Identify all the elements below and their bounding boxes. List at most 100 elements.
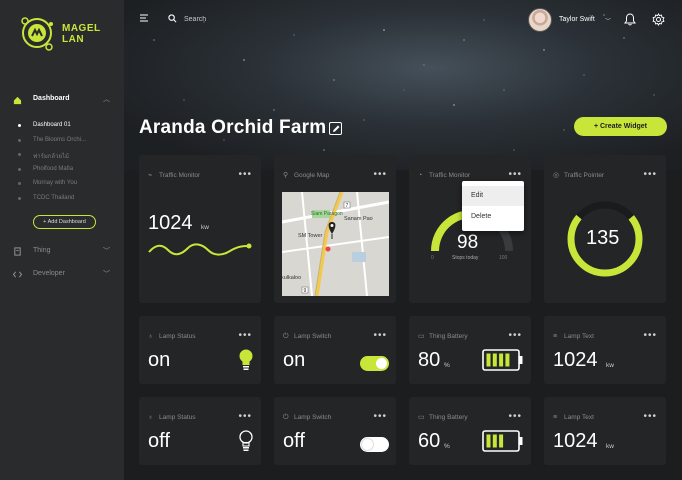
compass-icon: ◎ (553, 172, 560, 179)
power-icon: ⏻ (283, 333, 289, 340)
battery-cell (499, 353, 504, 367)
traffic-unit: kw (201, 224, 209, 231)
map-label: kulkaloo (282, 275, 301, 281)
code-icon (13, 271, 22, 278)
more-options-icon[interactable]: ••• (238, 411, 252, 422)
google-map-card: ⚲ Google Map ••• Siam Paragon Sanam Pao … (274, 155, 396, 303)
chevron-down-icon: ﹀ (103, 271, 110, 278)
lamp-status-card: ♁ Lamp Status ••• off (139, 397, 261, 465)
card-title: Traffic Pointer (564, 172, 605, 179)
lamp-switch-value: on (283, 349, 306, 371)
dashboard-list-item[interactable]: The Blooms Orchi... (0, 134, 124, 149)
activity-icon: ⌁ (148, 172, 153, 179)
nav-thing[interactable]: Thing ﹀ (0, 243, 124, 259)
card-title: Lamp Switch (294, 414, 332, 421)
dashboard-item-label: Dashboard 01 (33, 122, 71, 128)
logo-mark-icon (21, 17, 53, 51)
gauge-icon: ◔ (418, 172, 423, 179)
lamp-status-value: on (148, 349, 171, 371)
power-icon: ⏻ (283, 414, 289, 421)
more-options-icon[interactable]: ••• (508, 330, 522, 341)
more-options-icon[interactable]: ••• (508, 411, 522, 422)
map-view[interactable]: Siam Paragon Sanam Pao SM Tower kulkaloo… (282, 192, 389, 296)
dashboard-list: Dashboard 01 The Blooms Orchi... ฟาร์มกล… (0, 119, 124, 206)
battery-value: 80 (418, 349, 441, 371)
dashboard-list-item[interactable]: Dashboard 01 (0, 119, 124, 134)
gauge-value: 98 (457, 232, 479, 253)
bell-icon[interactable] (624, 13, 636, 26)
lamp-text-unit: kw (606, 443, 614, 450)
search-icon (168, 14, 177, 23)
lamp-toggle[interactable] (360, 437, 389, 452)
gauge-max: 100 (499, 255, 508, 261)
dashboard-list-item[interactable]: TCDC Thailand (0, 192, 124, 207)
card-title: Traffic Monitor (159, 172, 201, 179)
more-options-icon[interactable]: ••• (643, 169, 657, 180)
battery-cell (505, 353, 510, 367)
card-title: Lamp Switch (294, 333, 332, 340)
dashboard-item-label: The Blooms Orchi... (33, 136, 87, 143)
gauge-caption: Stops today (452, 255, 479, 261)
card-title: Lamp Status (159, 414, 196, 421)
avatar[interactable] (528, 8, 552, 32)
more-options-icon[interactable]: ••• (373, 169, 387, 180)
more-options-icon[interactable]: ••• (238, 169, 252, 180)
search-input[interactable] (184, 12, 304, 26)
battery-icon: ▭ (418, 333, 425, 340)
device-icon (14, 247, 21, 256)
user-name[interactable]: Taylor Swift (559, 16, 595, 23)
chevron-down-icon: ﹀ (103, 248, 110, 255)
traffic-monitor-card: ⌁ Traffic Monitor ••• 1024 kw (139, 155, 261, 303)
map-road-label: 7 (346, 203, 349, 209)
lamp-status-card: ♁ Lamp Status ••• on (139, 316, 261, 384)
card-title: Thing Battery (429, 414, 468, 421)
dashboard-list-item[interactable]: Pholfood Mafia (0, 163, 124, 178)
dashboard-list-item[interactable]: ฟาร์มกล้วยไม้ (0, 148, 124, 163)
lamp-text-value: 1024 (553, 430, 598, 452)
lamp-switch-card: ⏻ Lamp Switch ••• off (274, 397, 396, 465)
brand-logo[interactable]: MAGEL LAN (18, 14, 118, 54)
battery-cell (492, 353, 497, 367)
menu-delete[interactable]: Delete (462, 207, 524, 227)
more-options-icon[interactable]: ••• (643, 411, 657, 422)
map-label: Siam Paragon (311, 211, 343, 217)
battery-unit: % (444, 443, 450, 450)
menu-edit[interactable]: Edit (462, 186, 524, 206)
battery-value: 60 (418, 430, 441, 452)
menu-icon[interactable] (139, 13, 149, 23)
more-options-icon[interactable]: ••• (373, 411, 387, 422)
edit-icon[interactable] (329, 122, 342, 135)
battery-cell (492, 434, 497, 448)
bulb-icon: ♁ (148, 414, 154, 421)
more-options-icon[interactable]: ••• (508, 169, 522, 180)
gear-icon[interactable] (652, 13, 665, 26)
chevron-up-icon: ︿ (103, 96, 110, 103)
lamp-text-value: 1024 (553, 349, 598, 371)
widget-context-menu: Edit Delete (462, 181, 524, 231)
add-dashboard-button[interactable]: + Add Dashboard (33, 215, 96, 229)
nav-dashboard[interactable]: Dashboard ︿ (0, 91, 124, 109)
dashboard-list-item[interactable]: Mornay with You (0, 177, 124, 192)
traffic-pointer-card: ◎ Traffic Pointer ••• 135 (544, 155, 666, 303)
more-options-icon[interactable]: ••• (373, 330, 387, 341)
more-options-icon[interactable]: ••• (643, 330, 657, 341)
lamp-toggle[interactable] (360, 356, 389, 371)
card-title: Lamp Text (564, 333, 594, 340)
brand-name: MAGEL LAN (62, 23, 101, 45)
lamp-text-card: ≡ Lamp Text ••• 1024 kw (544, 316, 666, 384)
battery-cap (519, 437, 523, 445)
lightbulb-on-icon (239, 349, 253, 370)
card-title: Thing Battery (429, 333, 468, 340)
chevron-down-icon[interactable]: ﹀ (605, 16, 611, 25)
lamp-switch-value: off (283, 430, 305, 452)
pin-icon: ⚲ (283, 172, 289, 179)
dashboard-item-label: Pholfood Mafia (33, 165, 74, 172)
thing-battery-card: ▭ Thing Battery ••• 80 % (409, 316, 531, 384)
more-options-icon[interactable]: ••• (238, 330, 252, 341)
map-label: SM Tower (298, 233, 323, 239)
create-widget-button[interactable]: + Create Widget (574, 117, 667, 136)
battery-cell (486, 353, 491, 367)
traffic-value: 1024 (148, 212, 193, 234)
nav-developer[interactable]: Developer ﹀ (0, 266, 124, 282)
card-title: Traffic Monitor (429, 172, 471, 179)
